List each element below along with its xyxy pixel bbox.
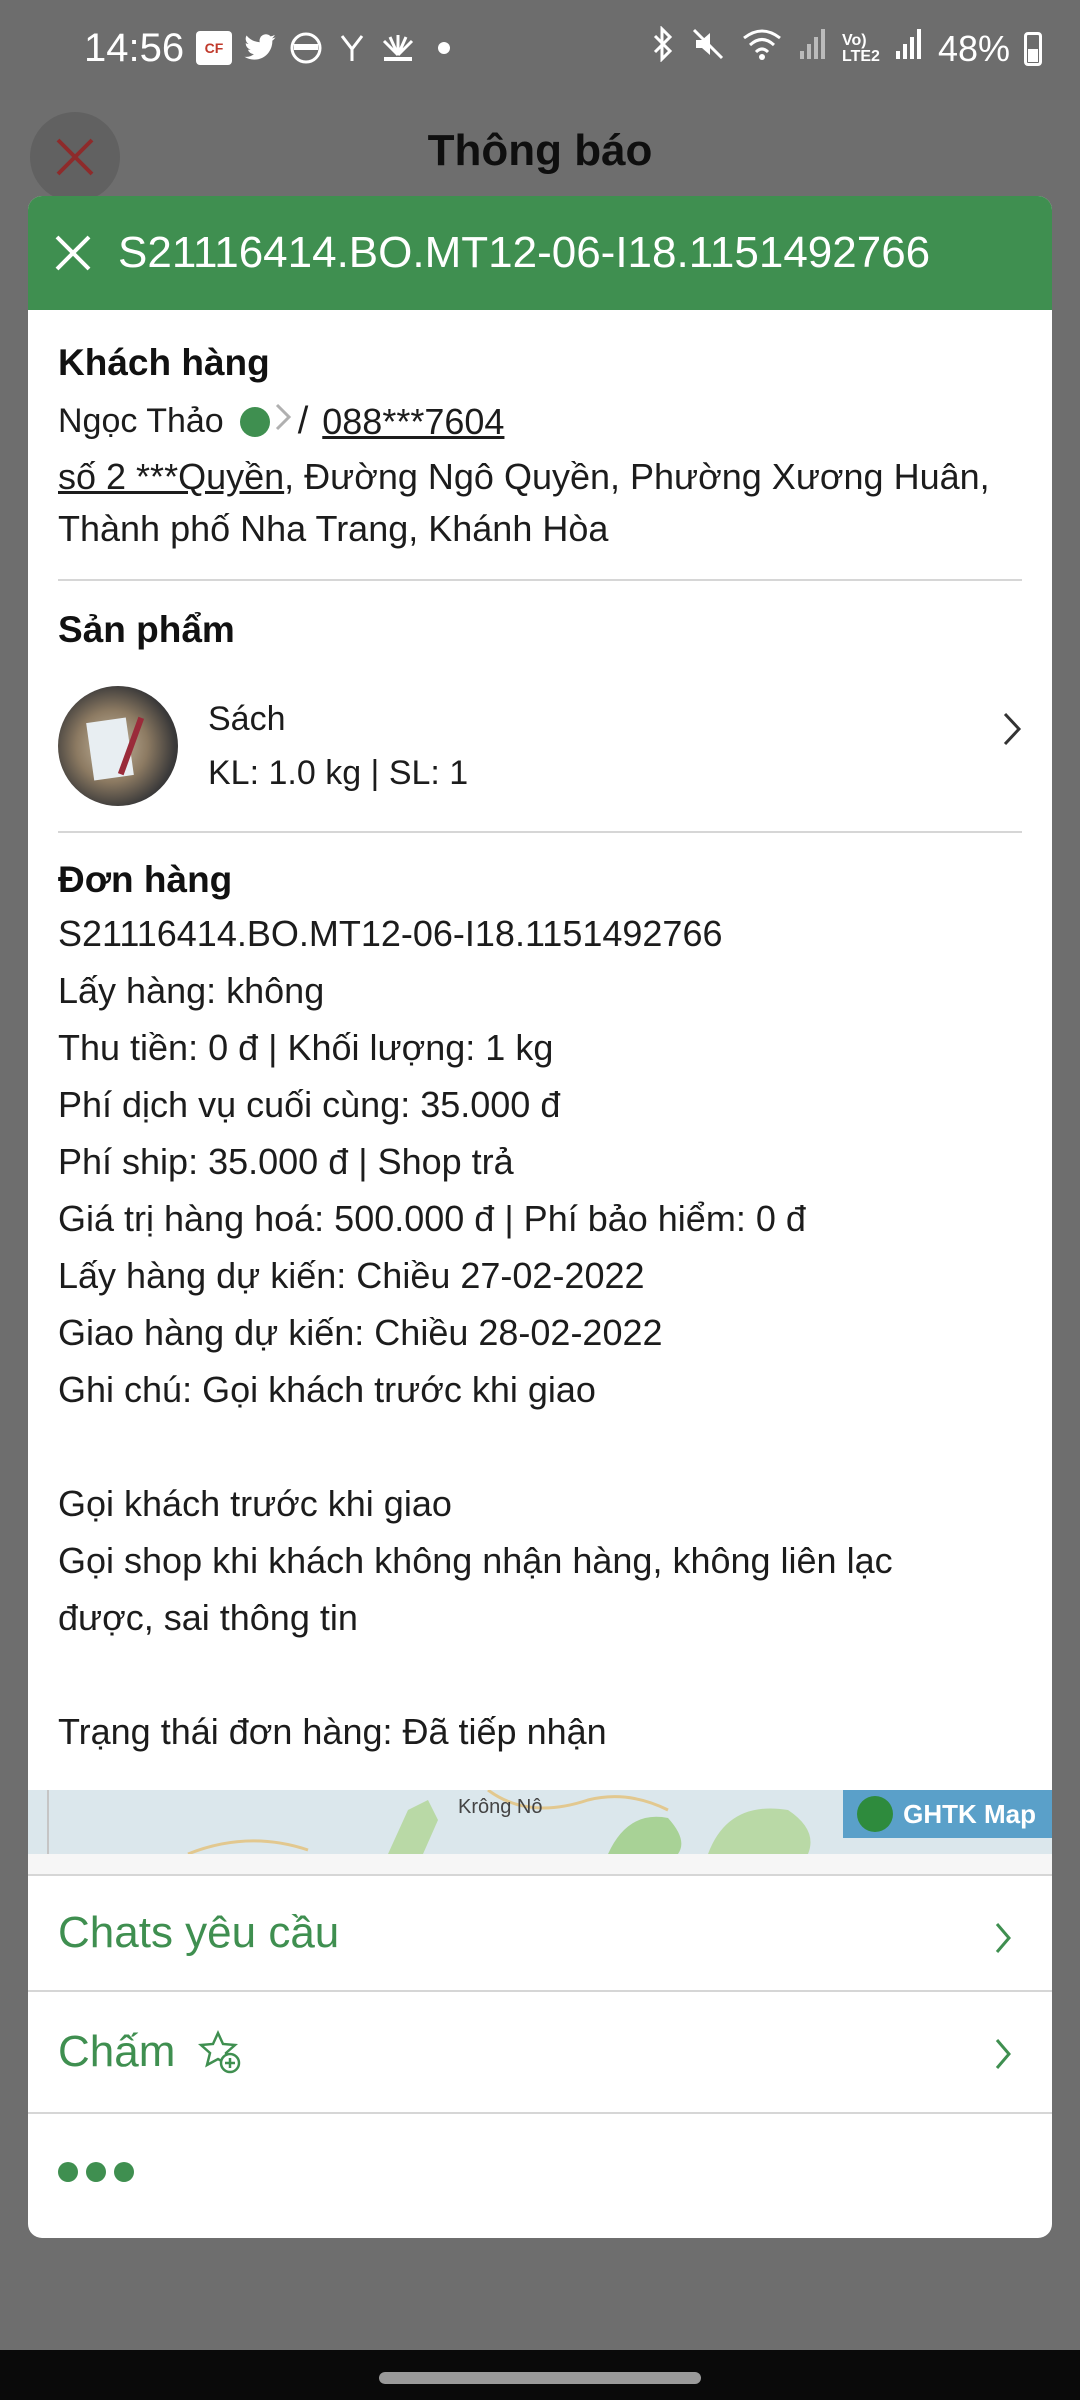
cnbc-icon (380, 30, 416, 66)
customer-section-title: Khách hàng (58, 342, 270, 383)
battery-percent: 48% (937, 27, 1010, 69)
separator: / (297, 400, 309, 442)
close-button[interactable] (28, 196, 118, 310)
twitter-icon (242, 30, 278, 66)
divider (28, 2112, 1052, 2114)
online-status-dot (239, 406, 270, 437)
page-title: Thông báo (427, 126, 653, 175)
status-bar: 14:56 CF Vo) LTE2 48% (0, 0, 1080, 100)
order-line: Giao hàng dự kiến: Chiều 28-02-2022 (58, 1312, 663, 1353)
order-status: Trạng thái đơn hàng: Đã tiếp nhận (58, 1711, 607, 1752)
dot-icon (114, 2162, 134, 2182)
rate-label: Chấm (58, 2027, 176, 2076)
note-line: được, sai thông tin (58, 1597, 358, 1638)
product-item[interactable]: Sách KL: 1.0 kg | SL: 1 (58, 671, 1022, 821)
order-section-title: Đơn hàng (58, 859, 233, 900)
rate-row[interactable]: Chấm (28, 1990, 1052, 2112)
order-line: Thu tiền: 0 đ | Khối lượng: 1 kg (58, 1027, 554, 1068)
order-line: S21116414.BO.MT12-06-I18.1151492766 (58, 913, 723, 954)
modal-header: S21116414.BO.MT12-06-I18.1151492766 (28, 196, 1052, 310)
order-line: Phí ship: 35.000 đ | Shop trả (58, 1141, 514, 1182)
order-line: Giá trị hàng hoá: 500.000 đ | Phí bảo hi… (58, 1198, 806, 1239)
sheet-separator (28, 1854, 1052, 1874)
note-line: Gọi shop khi khách không nhận hàng, khôn… (58, 1540, 893, 1581)
chevron-right-icon (994, 1916, 1012, 1966)
order-line: Phí dịch vụ cuối cùng: 35.000 đ (58, 1084, 561, 1125)
cf-app-icon: CF (196, 31, 232, 65)
home-indicator[interactable] (379, 2372, 701, 2384)
map-brand-badge: GHTK Map (843, 1790, 1052, 1838)
divider (58, 831, 1022, 833)
order-detail-modal: S21116414.BO.MT12-06-I18.1151492766 Khác… (28, 196, 1052, 2238)
customer-phone-link[interactable]: 088***7604 (322, 401, 504, 443)
map-preview[interactable]: Krông Nô GHTK Map (28, 1790, 1052, 1854)
close-icon (55, 235, 91, 271)
ghtk-logo-icon (857, 1796, 894, 1832)
chevron-right-icon[interactable] (1002, 711, 1022, 752)
y-icon (334, 30, 370, 66)
bluetooth-icon (650, 25, 676, 71)
product-section-title: Sản phẩm (58, 609, 235, 650)
customer-address: số 2 ***Quyền, Đường Ngô Quyền, Phường X… (58, 451, 1022, 555)
product-name: Sách (208, 700, 286, 738)
chevron-right-icon[interactable] (274, 402, 292, 441)
product-thumbnail (58, 686, 178, 806)
order-code-title: S21116414.BO.MT12-06-I18.1151492766 (118, 228, 931, 277)
order-details: S21116414.BO.MT12-06-I18.1151492766 Lấy … (58, 905, 1022, 1760)
customer-row: Ngọc Thảo / 088***7604 (58, 400, 1022, 443)
map-place-label: Krông Nô (458, 1796, 543, 1818)
more-options-button[interactable] (58, 2162, 134, 2182)
note-line: Gọi khách trước khi giao (58, 1483, 452, 1524)
system-icons: Vo) LTE2 48% (650, 25, 1042, 71)
order-line: Lấy hàng dự kiến: Chiều 27-02-2022 (58, 1255, 645, 1296)
address-link[interactable]: số 2 ***Quyền (58, 456, 284, 497)
dot-icon (58, 2162, 78, 2182)
map-brand-label: GHTK Map (903, 1798, 1036, 1829)
divider (58, 579, 1022, 581)
signal-icon (894, 27, 924, 70)
chats-request-row[interactable]: Chats yêu cầu (28, 1874, 1052, 1990)
order-line: Lấy hàng: không (58, 970, 325, 1011)
chats-request-label: Chats yêu cầu (58, 1908, 340, 1957)
order-line: Ghi chú: Gọi khách trước khi giao (58, 1369, 596, 1410)
dot-icon (86, 2162, 106, 2182)
gesture-bar (0, 2350, 1080, 2400)
brave-icon (288, 30, 324, 66)
star-plus-icon (197, 2029, 243, 2075)
dot-icon (426, 30, 462, 66)
notification-icons: CF (196, 30, 462, 66)
volte-icon: Vo) LTE2 (842, 31, 880, 65)
battery-icon (1024, 31, 1042, 66)
chevron-right-icon (994, 2032, 1012, 2082)
wifi-icon (740, 26, 784, 71)
product-details: KL: 1.0 kg | SL: 1 (208, 754, 469, 792)
customer-name[interactable]: Ngọc Thảo (58, 402, 224, 441)
status-time: 14:56 (84, 26, 185, 70)
mute-icon (690, 26, 726, 71)
signal-icon (798, 27, 828, 70)
